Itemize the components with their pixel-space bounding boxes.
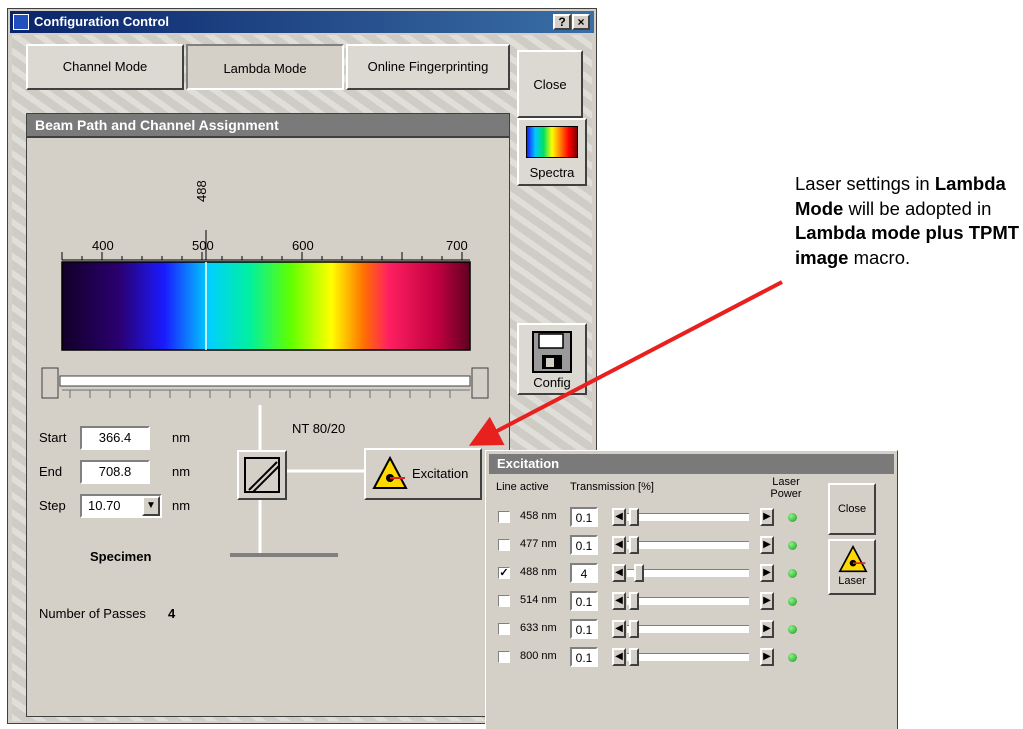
annotation-arrow (468, 280, 783, 446)
arrow-line (468, 280, 783, 446)
